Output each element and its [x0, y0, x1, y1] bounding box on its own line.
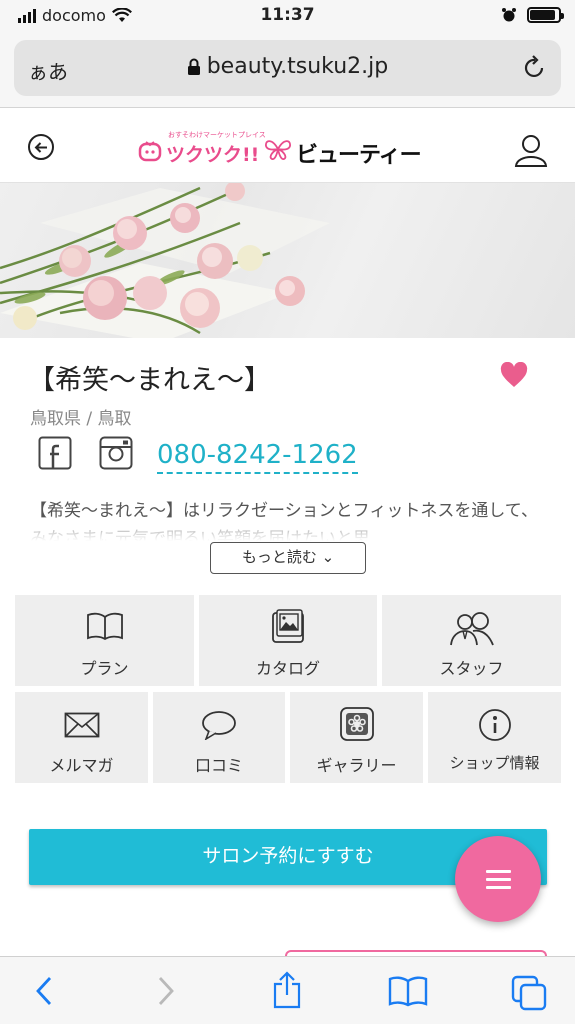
heart-icon[interactable] [500, 362, 528, 388]
menu-label: メルマガ [49, 756, 114, 775]
salon-area: 鳥取県 / 鳥取 [30, 409, 132, 429]
browser-address-area: ぁあ beauty.tsuku2.jp [0, 34, 575, 108]
catalog-icon [272, 609, 304, 643]
salon-name: 【希笑〜まれえ〜】 [28, 365, 271, 396]
mail-icon [64, 712, 99, 738]
menu-label: ギャラリー [316, 756, 397, 775]
address-bar[interactable]: ぁあ beauty.tsuku2.jp [14, 40, 561, 96]
share-icon[interactable] [272, 971, 302, 1009]
logo-mark-icon [138, 141, 162, 162]
menu-fab-button[interactable] [455, 836, 541, 922]
menu-tile-catalog[interactable]: カタログ [199, 595, 377, 686]
arrow-left-icon [34, 142, 47, 153]
tabs-icon[interactable] [511, 975, 547, 1011]
user-icon[interactable] [513, 132, 549, 168]
facebook-icon[interactable] [38, 436, 72, 470]
hero-image [0, 183, 575, 338]
battery-icon [527, 7, 564, 23]
lock-icon [187, 58, 200, 75]
forward-arrow-icon[interactable] [155, 975, 177, 1007]
browser-toolbar [0, 956, 575, 1024]
battery-level [530, 10, 556, 20]
read-more-button[interactable]: もっと読む ⌄ [210, 542, 366, 574]
phone-link[interactable]: 080-8242-1262 [157, 440, 358, 474]
menu-tile-staff[interactable]: スタッフ [382, 595, 561, 686]
bookmarks-icon[interactable] [388, 975, 428, 1007]
reload-icon[interactable] [523, 54, 547, 80]
menu-tile-plan[interactable]: プラン [15, 595, 194, 686]
flowers-illustration [0, 183, 330, 338]
menu-tile-mail-magazine[interactable]: メルマガ [15, 692, 148, 783]
book-icon [86, 612, 123, 641]
menu-tile-gallery[interactable]: ギャラリー [290, 692, 423, 783]
clock: 11:37 [260, 5, 315, 25]
menu-tile-reviews[interactable]: 口コミ [153, 692, 285, 783]
menu-tile-shop-info[interactable]: ショップ情報 [428, 692, 561, 783]
site-header: おすそわけマーケットプレイス ツクツク!! ビューティー [0, 108, 575, 183]
logo-tagline: おすそわけマーケットプレイス [168, 131, 266, 139]
menu-label: 口コミ [194, 756, 243, 775]
menu-label: ショップ情報 [449, 754, 540, 772]
alarm-icon [502, 8, 516, 22]
back-button[interactable] [28, 134, 54, 160]
site-logo[interactable]: おすそわけマーケットプレイス ツクツク!! ビューティー [138, 130, 433, 168]
logo-subtitle: ビューティー [296, 143, 422, 168]
gallery-icon [339, 707, 374, 741]
logo-brand: ツクツク!! [166, 144, 260, 166]
salon-description: 【希笑〜まれえ〜】はリラクゼーションとフィットネスを通して、みなさまに元気で明る… [30, 497, 550, 541]
instagram-icon[interactable] [99, 436, 133, 470]
menu-label: スタッフ [439, 659, 504, 678]
staff-icon [449, 612, 494, 646]
menu-label: プラン [80, 659, 129, 678]
speech-bubble-icon [202, 711, 236, 740]
menu-label: カタログ [255, 659, 320, 678]
status-bar: docomo 11:37 [0, 0, 575, 34]
butterfly-icon [265, 140, 291, 160]
back-arrow-icon[interactable] [33, 975, 55, 1007]
info-icon [478, 709, 511, 741]
url-text: beauty.tsuku2.jp [206, 54, 389, 79]
